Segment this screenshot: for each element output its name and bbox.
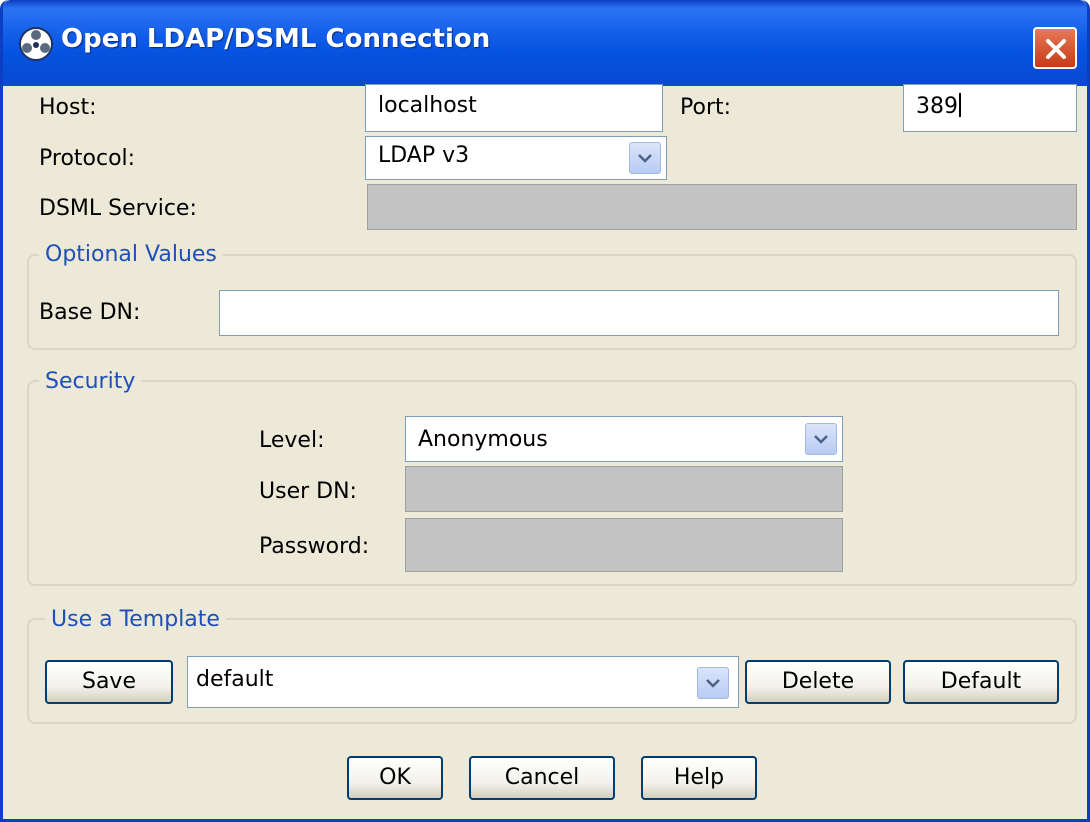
- optional-values-legend: Optional Values: [39, 242, 223, 268]
- title-bar[interactable]: Open LDAP/DSML Connection: [3, 0, 1087, 86]
- protocol-value: LDAP v3: [378, 143, 470, 168]
- password-label: Password:: [259, 534, 370, 559]
- port-label: Port:: [680, 95, 732, 120]
- security-level-dropdown-button[interactable]: [805, 423, 837, 455]
- dialog-window: Open LDAP/DSML Connection Host: localhos…: [0, 0, 1090, 822]
- chevron-down-icon: [706, 679, 720, 688]
- delete-template-button[interactable]: Delete: [745, 660, 891, 704]
- ok-button[interactable]: OK: [347, 756, 443, 800]
- template-legend: Use a Template: [45, 607, 226, 633]
- security-legend: Security: [39, 369, 142, 395]
- template-select[interactable]: default: [187, 656, 739, 708]
- user-dn-label: User DN:: [259, 479, 357, 504]
- host-label: Host:: [39, 95, 97, 120]
- text-cursor: [959, 93, 961, 117]
- host-value: localhost: [378, 93, 477, 118]
- port-value: 389: [916, 94, 958, 119]
- dsml-service-input: [367, 184, 1077, 230]
- level-label: Level:: [259, 428, 325, 453]
- close-button[interactable]: [1033, 27, 1077, 69]
- cancel-button[interactable]: Cancel: [469, 756, 615, 800]
- password-input: [405, 518, 843, 572]
- dsml-service-label: DSML Service:: [39, 196, 197, 221]
- port-input[interactable]: 389: [903, 84, 1077, 132]
- base-dn-input[interactable]: [219, 290, 1059, 336]
- template-select-value: default: [196, 667, 274, 692]
- base-dn-label: Base DN:: [39, 300, 141, 325]
- save-template-button[interactable]: Save: [45, 660, 173, 704]
- close-icon: [1046, 39, 1066, 59]
- host-input[interactable]: localhost: [365, 84, 663, 132]
- ldap-connection-icon: [18, 26, 54, 62]
- default-template-button[interactable]: Default: [903, 660, 1059, 704]
- help-button[interactable]: Help: [641, 756, 757, 800]
- chevron-down-icon: [638, 154, 652, 163]
- window-title: Open LDAP/DSML Connection: [61, 24, 491, 54]
- user-dn-input: [405, 466, 843, 512]
- chevron-down-icon: [814, 435, 828, 444]
- protocol-label: Protocol:: [39, 146, 136, 171]
- security-level-value: Anonymous: [418, 427, 548, 452]
- protocol-select[interactable]: LDAP v3: [365, 136, 667, 180]
- template-dropdown-button[interactable]: [697, 667, 729, 699]
- protocol-dropdown-button[interactable]: [629, 142, 661, 174]
- security-level-select[interactable]: Anonymous: [405, 416, 843, 462]
